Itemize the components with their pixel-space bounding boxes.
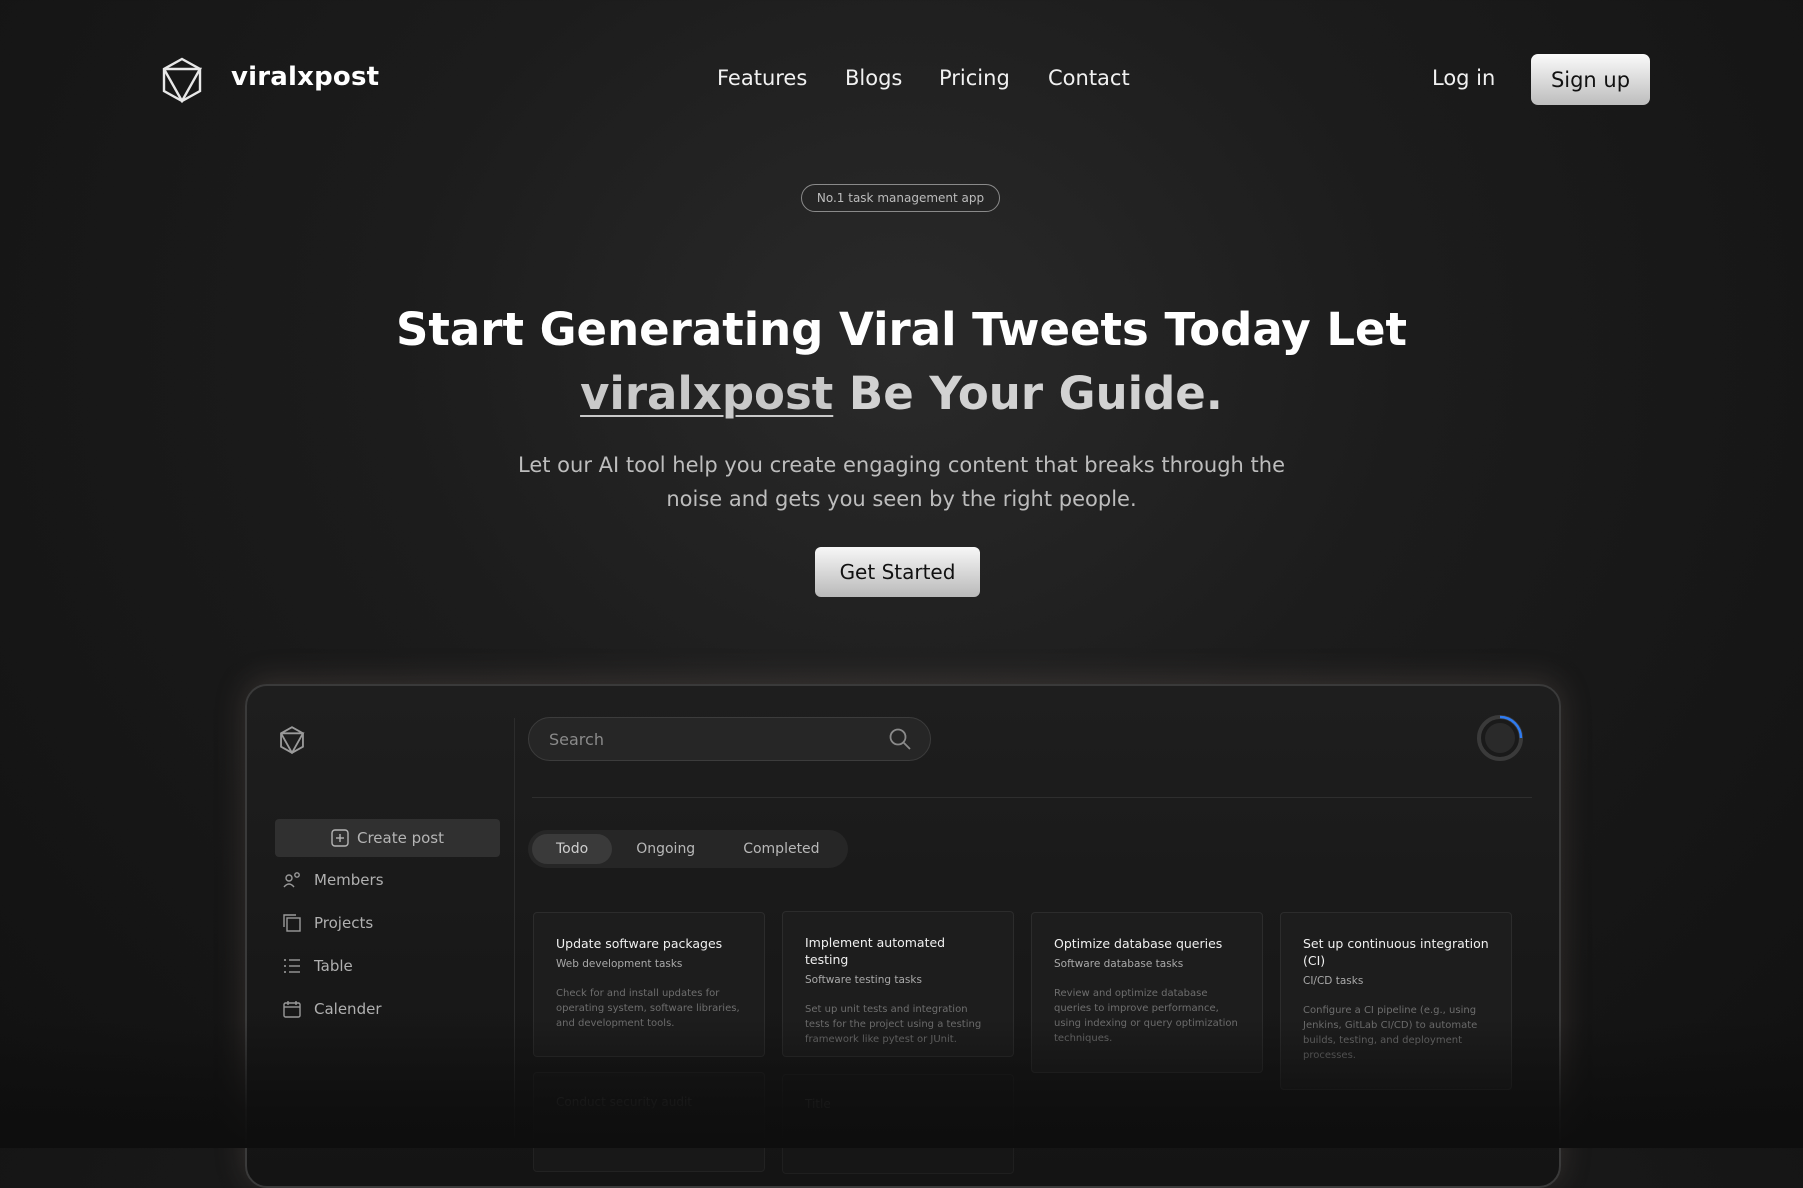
logo-icon[interactable] — [161, 57, 203, 103]
sidebar-divider — [514, 718, 515, 1138]
header-divider — [532, 797, 1532, 798]
task-title: Optimize database queries — [1054, 936, 1223, 951]
calendar-icon — [283, 1001, 301, 1018]
task-title: Implement automated testing — [805, 935, 946, 967]
task-card[interactable]: Conduct security audit — [533, 1072, 765, 1172]
projects-icon — [283, 914, 301, 932]
sidebar-item-label: Members — [314, 871, 384, 889]
task-title: Conduct security audit — [556, 1095, 693, 1109]
brand-name[interactable]: viralxpost — [231, 62, 379, 92]
task-title: Set up continuous integration (CI) — [1303, 936, 1489, 968]
hero-headline: Start Generating Viral Tweets Today Let … — [300, 298, 1503, 426]
task-description: Review and optimize database queries to … — [1054, 988, 1238, 1044]
sidebar-item-calender[interactable]: Calender — [282, 999, 382, 1019]
task-title: Update software packages — [556, 936, 723, 951]
headline-rest: Be Your Guide. — [833, 367, 1223, 420]
tab-ongoing[interactable]: Ongoing — [612, 834, 719, 864]
hero-subtext: Let our AI tool help you create engaging… — [518, 453, 1285, 511]
task-category: CI/CD tasks — [1303, 975, 1364, 987]
task-description: Set up unit tests and integration tests … — [805, 1004, 982, 1045]
nav-blogs[interactable]: Blogs — [845, 66, 902, 90]
task-category: Web development tasks — [556, 958, 683, 970]
list-icon — [284, 959, 300, 973]
get-started-button[interactable]: Get Started — [815, 547, 980, 597]
nav-contact[interactable]: Contact — [1048, 66, 1130, 90]
search-bar[interactable] — [528, 717, 931, 761]
tab-completed[interactable]: Completed — [719, 834, 843, 864]
headline-brand: viralxpost — [580, 367, 834, 420]
task-category: Software database tasks — [1054, 958, 1184, 970]
sidebar-item-projects[interactable]: Projects — [282, 913, 373, 933]
app-preview: Create post Members Projects — [245, 684, 1561, 1188]
task-card[interactable]: Optimize database queries Software datab… — [1031, 912, 1263, 1073]
members-icon — [283, 872, 300, 888]
task-description: Check for and install updates for operat… — [556, 988, 740, 1029]
headline-line1: Start Generating Viral Tweets Today Let — [395, 303, 1408, 356]
task-card[interactable]: Title — [782, 1074, 1014, 1174]
task-description: Configure a CI pipeline (e.g., using Jen… — [1303, 1005, 1478, 1061]
login-link[interactable]: Log in — [1432, 66, 1495, 90]
sidebar-item-label: Projects — [314, 914, 374, 932]
status-tabs: Todo Ongoing Completed — [528, 830, 848, 868]
task-category: Software testing tasks — [805, 974, 922, 986]
create-post-label: Create post — [356, 829, 444, 847]
search-icon[interactable] — [888, 727, 912, 751]
task-card[interactable]: Update software packages Web development… — [533, 912, 765, 1057]
signup-button[interactable]: Sign up — [1531, 54, 1650, 105]
nav-features[interactable]: Features — [717, 66, 807, 90]
tab-todo[interactable]: Todo — [532, 834, 613, 864]
task-card[interactable]: Set up continuous integration (CI) CI/CD… — [1280, 912, 1512, 1090]
task-card[interactable]: Implement automated testing Software tes… — [782, 911, 1014, 1057]
nav-pricing[interactable]: Pricing — [939, 66, 1010, 90]
avatar[interactable] — [1476, 714, 1524, 762]
app-logo-icon — [280, 726, 305, 754]
sidebar-item-members[interactable]: Members — [282, 870, 384, 890]
sidebar-item-label: Calender — [314, 1000, 382, 1018]
task-title: Title — [805, 1097, 831, 1111]
sidebar-item-table[interactable]: Table — [282, 956, 353, 976]
create-post-button[interactable]: Create post — [275, 819, 500, 857]
hero-badge: No.1 task management app — [801, 184, 1000, 212]
plus-square-icon — [331, 829, 349, 847]
sidebar-item-label: Table — [314, 957, 353, 975]
search-input[interactable] — [547, 728, 888, 750]
